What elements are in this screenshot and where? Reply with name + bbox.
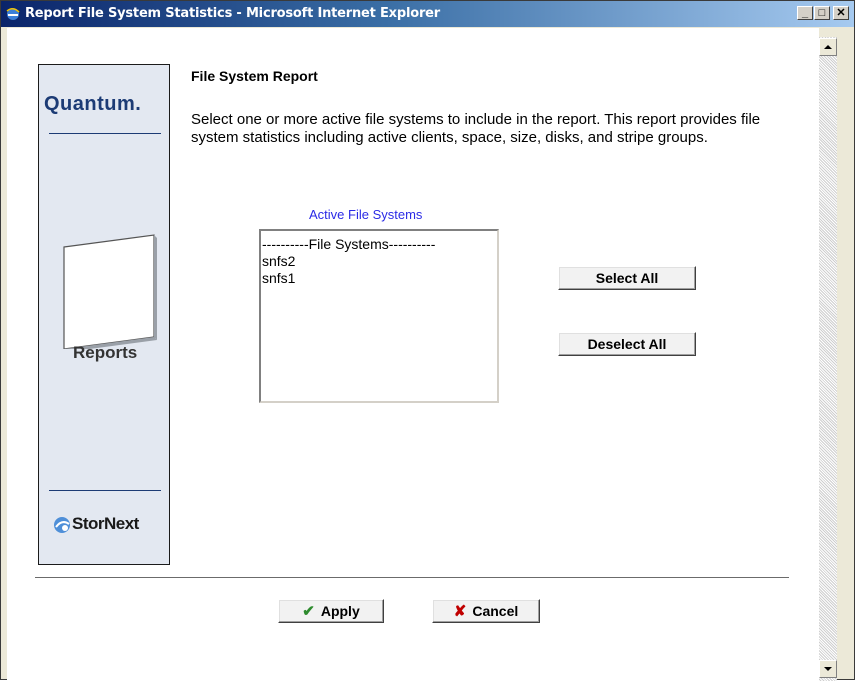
list-label: Active File Systems (309, 207, 423, 222)
select-all-button[interactable]: Select All (558, 266, 696, 290)
apply-button[interactable]: ✔ Apply (278, 599, 384, 623)
ie-icon (6, 8, 20, 20)
branding-panel: Quantum. Reports StorNext (38, 64, 170, 565)
scroll-down-button[interactable] (819, 660, 837, 678)
page-title: File System Report (191, 68, 318, 84)
reports-label: Reports (73, 343, 138, 362)
stornext-logo: StorNext (72, 514, 139, 533)
file-systems-listbox[interactable]: ----------File Systems---------- snfs2 s… (259, 229, 499, 403)
page-description: Select one or more active file systems t… (191, 111, 761, 146)
apply-label: Apply (320, 603, 360, 619)
divider (49, 490, 161, 491)
checkmark-icon: ✔ (302, 603, 315, 620)
stornext-globe-icon (54, 517, 70, 533)
quantum-logo: Quantum. (44, 93, 142, 115)
minimize-button[interactable]: _ (797, 6, 813, 20)
x-icon: ✘ (453, 603, 467, 620)
cancel-button[interactable]: ✘ Cancel (432, 599, 540, 623)
title-bar[interactable]: Report File System Statistics - Microsof… (1, 1, 854, 27)
maximize-button[interactable]: □ (814, 6, 830, 20)
window-title: Report File System Statistics - Microsof… (25, 6, 440, 21)
list-option[interactable]: snfs1 (262, 270, 295, 287)
footer-divider (35, 577, 789, 578)
divider (49, 133, 161, 134)
arrow-up-icon (824, 45, 832, 49)
browser-window: Report File System Statistics - Microsof… (0, 0, 855, 681)
list-option[interactable]: snfs2 (262, 253, 295, 270)
scroll-up-button[interactable] (819, 38, 837, 56)
vertical-scrollbar-track[interactable] (819, 37, 837, 681)
list-option[interactable]: ----------File Systems---------- (262, 236, 435, 253)
cancel-label: Cancel (472, 603, 519, 619)
arrow-down-icon (824, 667, 832, 671)
deselect-all-button[interactable]: Deselect All (558, 332, 696, 356)
reports-card-icon (63, 234, 157, 349)
close-button[interactable]: ✕ (833, 6, 849, 20)
